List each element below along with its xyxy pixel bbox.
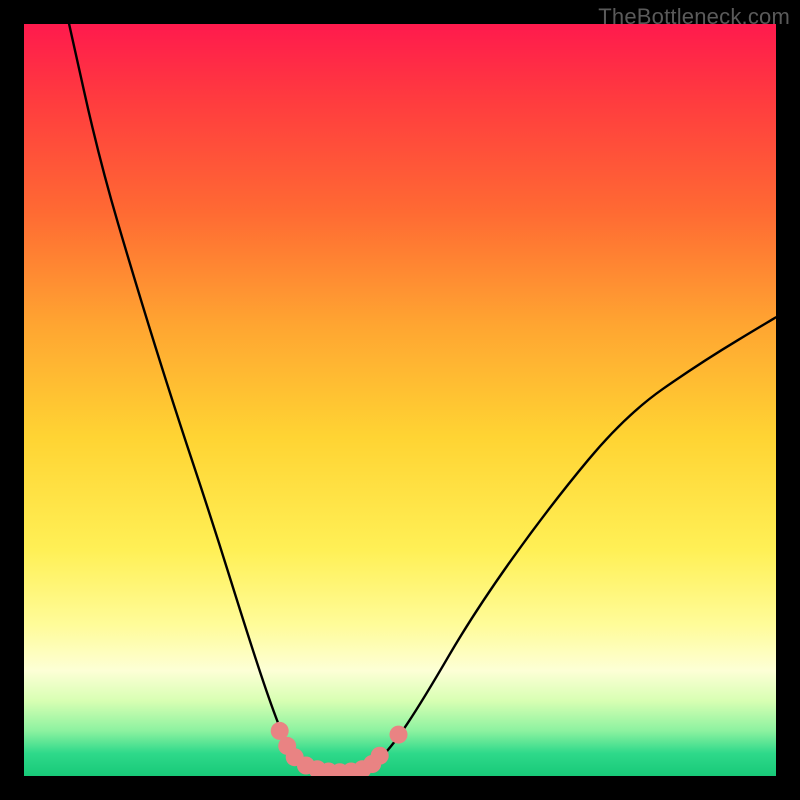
highlight-dot bbox=[371, 747, 389, 765]
highlight-dot bbox=[390, 726, 408, 744]
watermark-text: TheBottleneck.com bbox=[598, 4, 790, 30]
chart-plot-area bbox=[24, 24, 776, 776]
highlight-dots bbox=[271, 722, 408, 776]
chart-frame: TheBottleneck.com bbox=[0, 0, 800, 800]
curve-layer bbox=[24, 24, 776, 776]
bottleneck-curve bbox=[69, 24, 776, 771]
